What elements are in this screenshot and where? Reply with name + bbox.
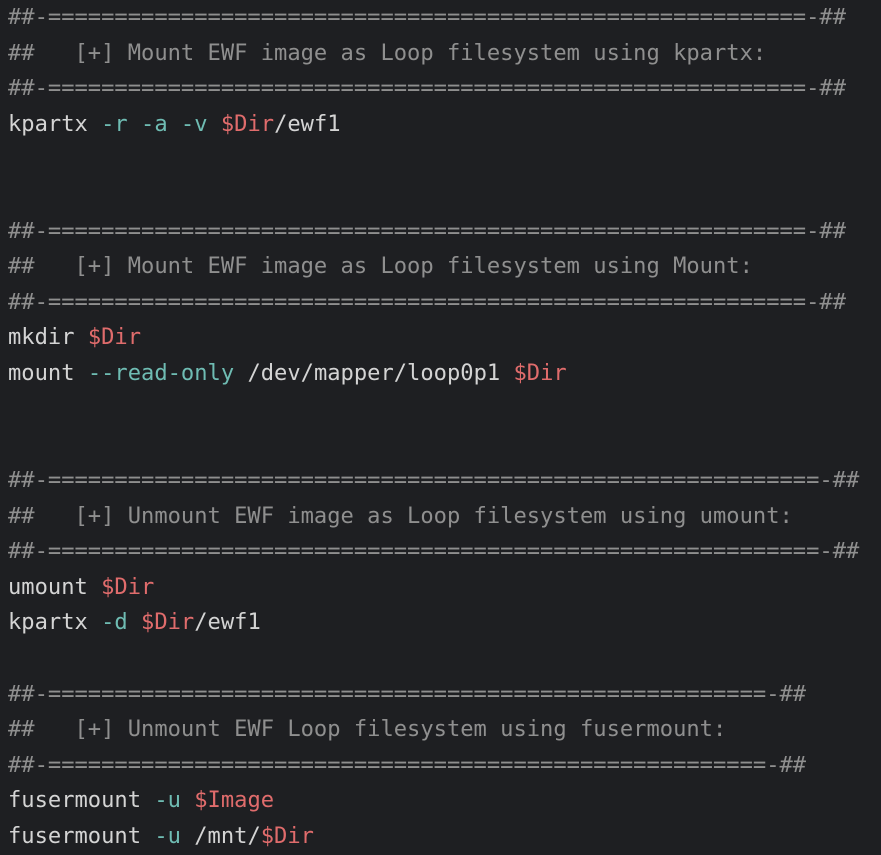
code-line: fusermount -u $Image	[8, 783, 881, 819]
command-text: /ewf1	[194, 609, 261, 636]
code-line: ##-=====================================…	[8, 463, 881, 499]
comment-text: ##-=====================================…	[8, 751, 807, 778]
flag-text: --read-only	[87, 360, 248, 387]
comment-text: ##-=====================================…	[8, 217, 846, 244]
comment-text: ## [+] Mount EWF image as Loop filesyste…	[8, 253, 753, 280]
code-line: ##-=====================================…	[8, 534, 881, 570]
variable-text: $Image	[194, 787, 275, 814]
code-line: kpartx -d $Dir/ewf1	[8, 605, 881, 641]
variable-text: $Dir	[513, 360, 567, 387]
command-text: kpartx	[8, 609, 102, 636]
command-text: /dev/mapper/loop0p1	[247, 360, 514, 387]
comment-text: ##-=====================================…	[8, 680, 807, 707]
command-text: /ewf1	[274, 110, 341, 137]
comment-text: ##-=====================================…	[8, 466, 860, 493]
code-line: ##-=====================================…	[8, 71, 881, 107]
comment-text: ##-=====================================…	[8, 75, 846, 102]
code-line: ##-=====================================…	[8, 748, 881, 784]
code-line: fusermount -u /mnt/$Dir	[8, 819, 881, 855]
code-line: ##-=====================================…	[8, 677, 881, 713]
flag-text: -u	[154, 823, 195, 850]
code-line: mount --read-only /dev/mapper/loop0p1 $D…	[8, 356, 881, 392]
command-text: mount	[8, 360, 88, 387]
code-block: ##-=====================================…	[0, 0, 881, 855]
code-line: ## [+] Unmount EWF image as Loop filesys…	[8, 499, 881, 535]
command-text: fusermount	[8, 787, 155, 814]
command-text: fusermount	[8, 823, 155, 850]
comment-text: ## [+] Mount EWF image as Loop filesyste…	[8, 39, 767, 66]
command-text: mkdir	[8, 324, 88, 351]
comment-text: ##-=====================================…	[8, 538, 860, 565]
comment-text: ##-=====================================…	[8, 4, 846, 30]
code-line: ## [+] Unmount EWF Loop filesystem using…	[8, 712, 881, 748]
code-line: ## [+] Mount EWF image as Loop filesyste…	[8, 36, 881, 72]
variable-text: $Dir	[101, 573, 155, 600]
variable-text: $Dir	[220, 110, 275, 137]
command-text: kpartx	[8, 110, 102, 137]
code-line: umount $Dir	[8, 570, 881, 606]
code-line: kpartx -r -a -v $Dir/ewf1	[8, 107, 881, 143]
variable-text: $Dir	[87, 324, 142, 351]
flag-text: -d	[101, 609, 142, 636]
flag-text: -r -a -v	[101, 110, 221, 137]
variable-text: $Dir	[260, 823, 314, 850]
code-line: ##-=====================================…	[8, 285, 881, 321]
comment-text: ## [+] Unmount EWF image as Loop filesys…	[8, 502, 793, 529]
code-line: ## [+] Mount EWF image as Loop filesyste…	[8, 249, 881, 285]
command-text: /mnt/	[194, 823, 261, 850]
comment-text: ## [+] Unmount EWF Loop filesystem using…	[8, 716, 727, 743]
variable-text: $Dir	[141, 609, 195, 636]
command-text: umount	[8, 573, 102, 600]
code-line: mkdir $Dir	[8, 320, 881, 356]
comment-text: ##-=====================================…	[8, 288, 846, 315]
flag-text: -u	[154, 787, 195, 814]
code-line: ##-=====================================…	[8, 214, 881, 250]
code-line: ##-=====================================…	[8, 0, 881, 36]
